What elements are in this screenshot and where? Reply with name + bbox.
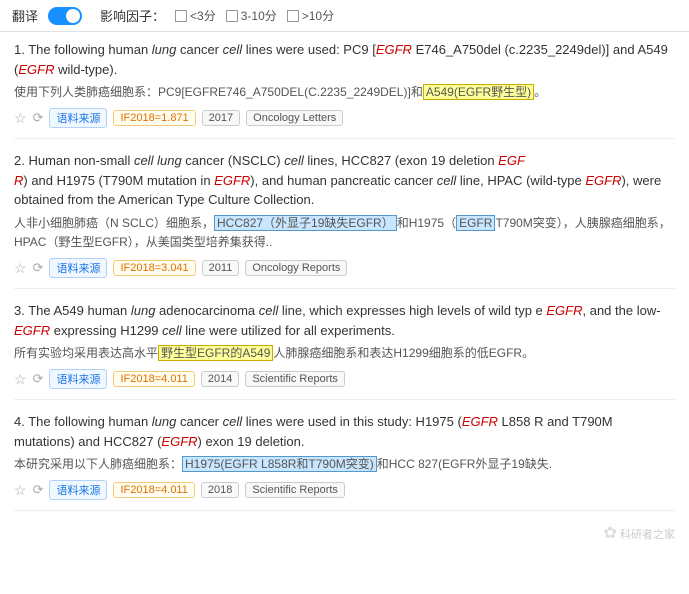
cell-italic-2c: cell [437, 173, 457, 188]
refresh-icon-2[interactable]: ⟳ [33, 260, 44, 276]
result-2-highlight-2: EGFR [456, 215, 495, 231]
journal-tag-2: Oncology Reports [245, 260, 347, 276]
result-4-number: 4. [14, 414, 25, 429]
result-item-3: 3. The A549 human lung adenocarcinoma ce… [14, 301, 675, 400]
result-1-highlight: A549(EGFR野生型) [423, 84, 534, 100]
cell-italic-2: cell [134, 153, 154, 168]
lung-italic-4: lung [152, 414, 177, 429]
egfr-italic-3a: EGFR [546, 303, 582, 318]
filter-3-10[interactable]: 3-10分 [226, 7, 277, 24]
journal-tag-1: Oncology Letters [246, 110, 343, 126]
egfr-italic-1b: EGFR [18, 62, 54, 77]
if-tag-4: IF2018=4.011 [113, 482, 194, 498]
egfr-italic-2b: EGFR [214, 173, 250, 188]
year-tag-3: 2014 [201, 371, 239, 387]
refresh-icon-3[interactable]: ⟳ [33, 371, 44, 387]
filter-gt10[interactable]: >10分 [287, 7, 334, 24]
source-tag-3[interactable]: 语料来源 [49, 369, 107, 389]
if-tag-3: IF2018=4.011 [113, 371, 194, 387]
result-4-highlight: H1975(EGFR L858R和T790M突变) [182, 456, 377, 472]
source-tag-4[interactable]: 语料来源 [49, 480, 107, 500]
cell-italic-2b: cell [284, 153, 304, 168]
result-item-4: 4. The following human lung cancer cell … [14, 412, 675, 511]
watermark-icon: ✿ [604, 525, 617, 542]
filter-lt3-label: <3分 [190, 7, 216, 24]
refresh-icon-4[interactable]: ⟳ [33, 482, 44, 498]
egfr-italic-1: EGFR [376, 42, 412, 57]
header-bar: 翻译 影响因子： <3分 3-10分 >10分 [0, 0, 689, 32]
result-1-number: 1. [14, 42, 25, 57]
year-tag-1: 2017 [202, 110, 240, 126]
translate-toggle[interactable] [48, 7, 82, 25]
result-2-chinese: 人非小细胞肺癌（N SCLC）细胞系，HCC827（外显子19缺失EGFR）和H… [14, 214, 675, 252]
result-4-meta: ☆ ⟳ 语料来源 IF2018=4.011 2018 Scientific Re… [14, 480, 675, 500]
cell-italic-4: cell [223, 414, 243, 429]
result-4-chinese: 本研究采用以下人肺癌细胞系：H1975(EGFR L858R和T790M突变)和… [14, 455, 675, 474]
lung-italic-3: lung [131, 303, 156, 318]
egfr-italic-4a: EGFR [462, 414, 498, 429]
result-3-number: 3. [14, 303, 25, 318]
egfr-italic-4b: EGFR [161, 434, 197, 449]
source-tag-2[interactable]: 语料来源 [49, 258, 107, 278]
impact-label: 影响因子： [100, 6, 165, 25]
egfr-italic-2c: EGFR [585, 173, 621, 188]
result-4-english: 4. The following human lung cancer cell … [14, 412, 675, 451]
result-1-chinese: 使用下列人类肺癌细胞系：PC9[EGFRE746_A750DEL(C.2235_… [14, 83, 675, 102]
filter-3-10-label: 3-10分 [241, 7, 277, 24]
filter-lt3[interactable]: <3分 [175, 7, 216, 24]
result-2-english: 2. Human non-small cell lung cancer (NSC… [14, 151, 675, 210]
results-content: 1. The following human lung cancer cell … [0, 32, 689, 551]
result-2-meta: ☆ ⟳ 语料来源 IF2018=3.041 2011 Oncology Repo… [14, 258, 675, 278]
cell-italic-1: cell [223, 42, 243, 57]
result-1-meta: ☆ ⟳ 语料来源 IF2018=1.871 2017 Oncology Lett… [14, 108, 675, 128]
if-tag-2: IF2018=3.041 [113, 260, 195, 276]
year-tag-4: 2018 [201, 482, 239, 498]
result-3-meta: ☆ ⟳ 语料来源 IF2018=4.011 2014 Scientific Re… [14, 369, 675, 389]
result-item-1: 1. The following human lung cancer cell … [14, 40, 675, 139]
year-tag-2: 2011 [202, 260, 240, 276]
result-3-chinese: 所有实验均采用表达高水平野生型EGFR的A549人肺腺癌细胞系和表达H1299细… [14, 344, 675, 363]
result-item-2: 2. Human non-small cell lung cancer (NSC… [14, 151, 675, 289]
cell-italic-3b: cell [162, 323, 182, 338]
star-icon-1[interactable]: ☆ [14, 110, 27, 127]
filter-gt10-label: >10分 [302, 7, 334, 24]
translate-label: 翻译 [12, 6, 38, 25]
result-3-english: 3. The A549 human lung adenocarcinoma ce… [14, 301, 675, 340]
filter-3-10-checkbox[interactable] [226, 10, 238, 22]
result-1-english: 1. The following human lung cancer cell … [14, 40, 675, 79]
result-2-number: 2. [14, 153, 25, 168]
watermark: ✿ 科研者之家 [14, 523, 675, 543]
result-3-highlight: 野生型EGFR的A549 [158, 345, 273, 361]
if-tag-1: IF2018=1.871 [113, 110, 195, 126]
lung-italic-2: lung [157, 153, 182, 168]
star-icon-4[interactable]: ☆ [14, 482, 27, 499]
star-icon-2[interactable]: ☆ [14, 260, 27, 277]
star-icon-3[interactable]: ☆ [14, 371, 27, 388]
cell-italic-3: cell [259, 303, 279, 318]
refresh-icon-1[interactable]: ⟳ [33, 110, 44, 126]
filter-gt10-checkbox[interactable] [287, 10, 299, 22]
result-2-highlight-1: HCC827（外显子19缺失EGFR） [214, 215, 397, 231]
journal-tag-4: Scientific Reports [245, 482, 345, 498]
source-tag-1[interactable]: 语料来源 [49, 108, 107, 128]
lung-italic-1: lung [152, 42, 177, 57]
filter-lt3-checkbox[interactable] [175, 10, 187, 22]
journal-tag-3: Scientific Reports [245, 371, 345, 387]
egfr-italic-3b: EGFR [14, 323, 50, 338]
